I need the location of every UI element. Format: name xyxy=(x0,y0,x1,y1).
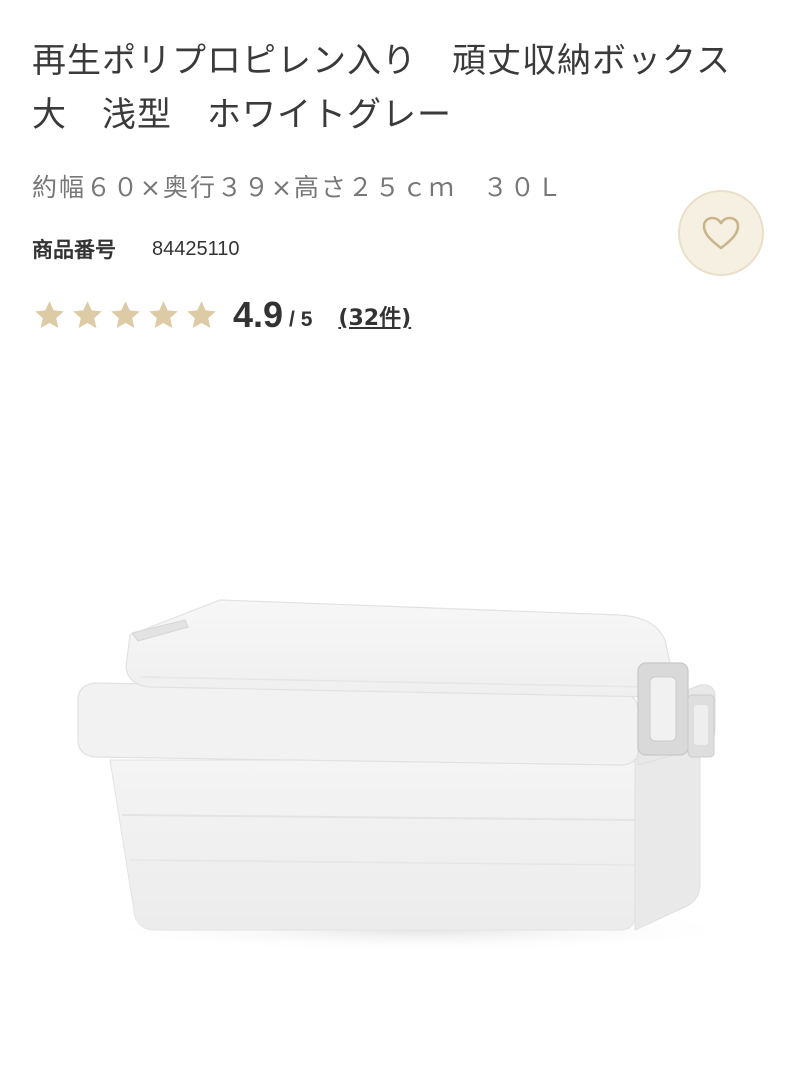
star-icon xyxy=(149,300,178,328)
star-icon xyxy=(35,300,64,328)
review-count-link[interactable]: (32件) xyxy=(338,300,411,332)
product-number-row: 商品番号 84425110 xyxy=(32,234,240,264)
product-title: 再生ポリプロピレン入り 頑丈収納ボックス 大 浅型 ホワイトグレー xyxy=(32,41,766,135)
product-image xyxy=(60,585,750,955)
product-number-value: 84425110 xyxy=(152,237,240,260)
storage-box-image xyxy=(77,599,750,952)
rating-stars xyxy=(32,298,219,333)
rating-max: / 5 xyxy=(289,308,313,331)
product-size-spec: 約幅６０×奥行３９×高さ２５ｃｍ ３０Ｌ xyxy=(32,173,564,202)
star-icon xyxy=(73,300,102,328)
star-icon xyxy=(111,300,140,328)
rating-score: 4.9 xyxy=(233,294,284,335)
favorite-button[interactable] xyxy=(678,190,764,276)
product-number-label: 商品番号 xyxy=(32,238,116,262)
rating-row: 4.9 / 5 (32件) xyxy=(32,294,411,336)
star-icon xyxy=(187,300,216,328)
heart-icon xyxy=(702,216,740,250)
